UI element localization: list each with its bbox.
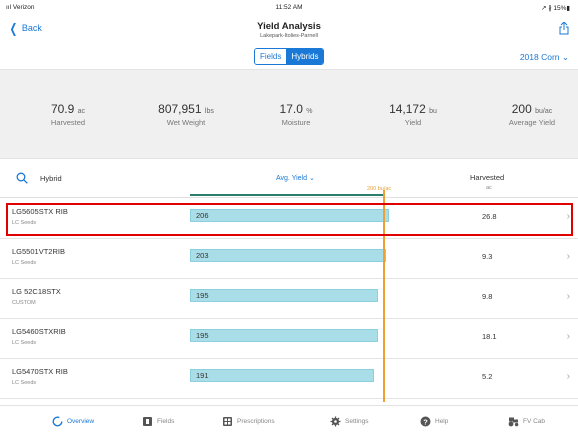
nav-bar: ❮ Back Yield Analysis Lakepark-Itolies-P… (0, 14, 578, 42)
hybrid-brand: LC Seeds (12, 340, 37, 346)
segment-fields[interactable]: Fields (255, 49, 287, 64)
season-selector[interactable]: 2018 Corn ⌄ (520, 52, 569, 63)
table-row[interactable]: LG5501VT2RIB LC Seeds 203 9.3 › (0, 239, 578, 279)
harvested-value: 5.2 (482, 372, 493, 381)
clock: 11:52 AM (275, 4, 303, 11)
stat-value: 17.0 (279, 102, 303, 116)
tab-label: Fields (157, 418, 175, 425)
hybrid-name: LG 52C18STX (12, 287, 61, 296)
column-harvested[interactable]: Harvested (470, 173, 504, 182)
page-title: Yield Analysis (257, 21, 321, 32)
table-row[interactable]: LG 52C18STX CUSTOM 195 9.8 › (0, 279, 578, 319)
status-bar: ııl Verizon 11:52 AM ↗ ∦ 15%▮ (0, 0, 578, 14)
harvested-value: 18.1 (482, 332, 497, 341)
share-icon[interactable] (559, 22, 569, 35)
tab-label: Settings (345, 418, 369, 425)
tab-settings[interactable]: Settings (330, 416, 369, 427)
harvested-value: 9.8 (482, 292, 493, 301)
search-icon[interactable] (16, 172, 28, 184)
help-icon: ? (420, 416, 431, 427)
tab-prescriptions[interactable]: Prescriptions (222, 416, 275, 427)
sort-indicator (190, 194, 384, 196)
segment-hybrids[interactable]: Hybrids (286, 49, 324, 64)
yield-value: 195 (196, 291, 209, 300)
tab-label: Help (435, 418, 449, 425)
tab-label: FV Cab (523, 418, 546, 425)
stat-unit: ac (77, 108, 86, 115)
yield-bar (190, 369, 374, 382)
column-avg-yield[interactable]: Avg. Yield ⌄ (276, 174, 315, 182)
yield-bar (190, 289, 378, 302)
summary-panel: 70.9 ac Harvested 807,951 lbs Wet Weight… (0, 69, 578, 159)
stat-harvested: 70.9 ac Harvested (8, 102, 128, 127)
hybrid-name: LG5470STX RIB (12, 367, 68, 376)
view-segmented-control: Fields Hybrids (254, 48, 325, 65)
tab-overview[interactable]: Overview (52, 416, 94, 427)
stat-label: Yield (404, 118, 422, 127)
stat-unit: bu (429, 108, 437, 115)
stat-label: Harvested (50, 118, 86, 127)
average-yield-marker-label: 200 bu/ac (367, 186, 392, 192)
stat-average-yield: 200 bu/ac Average Yield (472, 102, 578, 127)
tractor-icon (508, 417, 519, 427)
yield-value: 203 (196, 251, 209, 260)
tab-help[interactable]: ? Help (420, 416, 448, 427)
stat-yield: 14,172 bu Yield (353, 102, 473, 127)
overview-icon (52, 416, 63, 427)
tab-label: Prescriptions (237, 418, 275, 425)
prescriptions-icon (223, 417, 232, 426)
gear-icon (330, 416, 341, 427)
hybrid-name: LG5501VT2RIB (12, 247, 65, 256)
fields-icon (143, 417, 152, 426)
divider (0, 197, 578, 198)
svg-text:?: ? (423, 417, 428, 426)
selection-highlight (6, 203, 573, 236)
chevron-right-icon: › (566, 251, 570, 262)
stat-unit: bu/ac (535, 108, 553, 115)
tab-bar: Overview Fields Prescriptions Settings ?… (0, 405, 578, 438)
hybrid-brand: LC Seeds (12, 260, 37, 266)
hybrid-name: LG5460STXRIB (12, 327, 66, 336)
stat-value: 200 (511, 102, 532, 116)
stat-moisture: 17.0 % Moisture (236, 102, 356, 127)
column-hybrid[interactable]: Hybrid (40, 174, 62, 183)
stat-label: Wet Weight (166, 118, 206, 127)
table-row[interactable]: LG5460STXRIB LC Seeds 195 18.1 › (0, 319, 578, 359)
stat-unit: lbs (204, 108, 214, 115)
stat-value: 807,951 (158, 102, 202, 116)
tab-fields[interactable]: Fields (142, 416, 174, 427)
hybrid-brand: LC Seeds (12, 380, 37, 386)
tab-label: Overview (67, 418, 95, 425)
chevron-right-icon: › (566, 291, 570, 302)
stat-label: Average Yield (508, 118, 556, 127)
yield-value: 191 (196, 371, 209, 380)
harvested-value: 9.3 (482, 252, 493, 261)
yield-bar (190, 249, 386, 262)
stat-label: Moisture (281, 118, 311, 127)
stat-value: 14,172 (389, 102, 426, 116)
tab-fv-cab[interactable]: FV Cab (508, 416, 545, 427)
chevron-right-icon: › (566, 371, 570, 382)
hybrid-brand: CUSTOM (12, 300, 36, 306)
stat-wet-weight: 807,951 lbs Wet Weight (126, 102, 246, 127)
column-harvested-unit: ac (486, 185, 492, 191)
yield-value: 195 (196, 331, 209, 340)
stat-unit: % (306, 108, 313, 115)
yield-bar (190, 329, 378, 342)
stat-value: 70.9 (50, 102, 75, 116)
table-row[interactable]: LG5470STX RIB LC Seeds 191 5.2 › (0, 359, 578, 399)
page-subtitle: Lakepark-Itolies-Parnell (260, 33, 318, 39)
table-header: Hybrid Avg. Yield ⌄ 200 bu/ac Harvested … (0, 166, 578, 198)
chevron-right-icon: › (566, 331, 570, 342)
battery-indicator: ↗ ∦ 15%▮ (541, 5, 570, 12)
